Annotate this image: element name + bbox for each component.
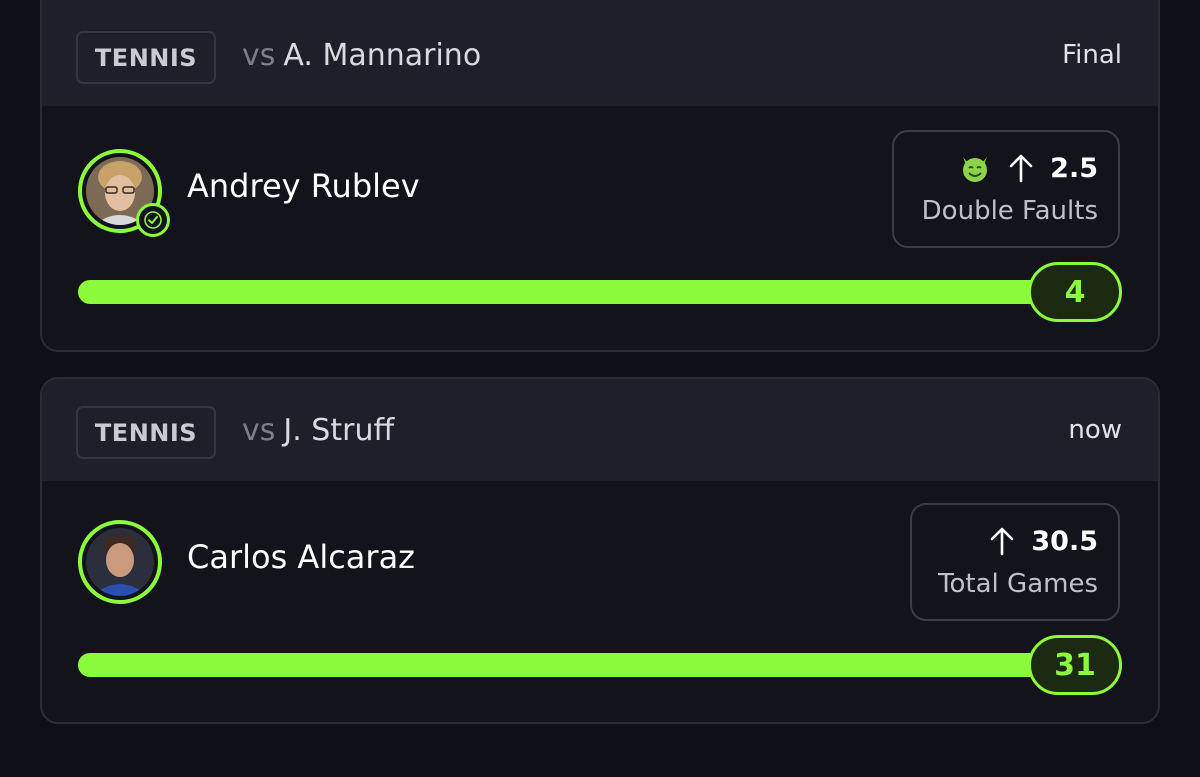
line-box[interactable]: 30.5 Total Games xyxy=(910,503,1120,621)
opponent-label: vs J. Struff xyxy=(242,413,394,448)
arrow-up-icon xyxy=(991,527,1014,556)
progress-bar: 4 xyxy=(78,262,1122,322)
result-value-pill: 31 xyxy=(1028,635,1122,695)
stat-label: Total Games xyxy=(938,569,1098,599)
opponent-label: vs A. Mannarino xyxy=(242,38,481,73)
sport-tag: TENNIS xyxy=(76,406,216,459)
vs-prefix: vs xyxy=(242,38,276,73)
stat-label: Double Faults xyxy=(921,196,1098,226)
avatar[interactable] xyxy=(78,149,170,237)
result-value-pill: 4 xyxy=(1028,262,1122,322)
picks-feed: TENNIS vs A. Mannarino Final Andrey Rubl… xyxy=(0,0,1200,777)
avatar[interactable] xyxy=(78,520,162,604)
line-box[interactable]: 2.5 Double Faults xyxy=(892,130,1120,248)
card-header: TENNIS vs A. Mannarino Final xyxy=(42,0,1158,106)
opponent-name: J. Struff xyxy=(283,413,395,448)
devil-emoji-icon xyxy=(963,157,988,182)
game-status: Final xyxy=(1062,40,1122,70)
pick-card[interactable]: TENNIS vs A. Mannarino Final Andrey Rubl… xyxy=(40,0,1160,352)
progress-fill xyxy=(78,280,1120,304)
progress-fill xyxy=(78,653,1120,677)
opponent-name: A. Mannarino xyxy=(283,38,482,73)
check-icon xyxy=(136,203,170,237)
pick-card[interactable]: TENNIS vs J. Struff now Carlos Alcaraz 3… xyxy=(40,377,1160,724)
card-header: TENNIS vs J. Struff now xyxy=(42,379,1158,481)
vs-prefix: vs xyxy=(242,413,276,448)
arrow-up-icon xyxy=(1009,154,1033,183)
game-status: now xyxy=(1068,415,1122,445)
player-photo xyxy=(86,528,154,596)
line-value: 30.5 xyxy=(1031,525,1098,557)
line-value: 2.5 xyxy=(1050,152,1098,184)
progress-bar: 31 xyxy=(78,635,1122,695)
player-name: Andrey Rublev xyxy=(187,167,420,205)
player-name: Carlos Alcaraz xyxy=(187,538,415,576)
sport-tag: TENNIS xyxy=(76,31,216,84)
